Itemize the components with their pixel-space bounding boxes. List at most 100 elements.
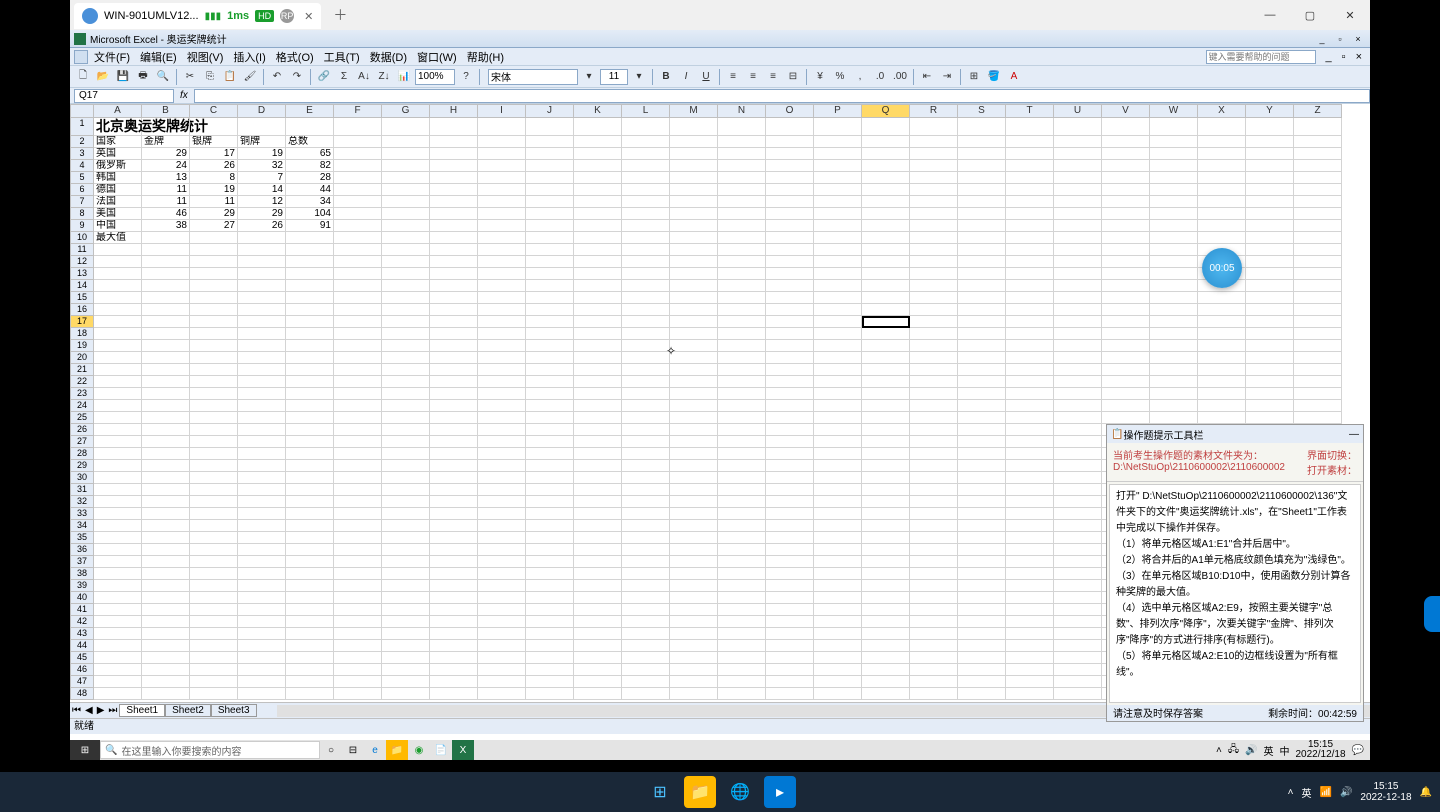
cell[interactable] bbox=[1054, 676, 1102, 688]
cell[interactable] bbox=[718, 352, 766, 364]
fill-color-icon[interactable]: 🪣 bbox=[985, 68, 1003, 86]
cell[interactable] bbox=[1006, 592, 1054, 604]
cell[interactable] bbox=[94, 304, 142, 316]
cell[interactable]: 铜牌 bbox=[238, 136, 286, 148]
cell[interactable] bbox=[574, 628, 622, 640]
cell[interactable] bbox=[958, 376, 1006, 388]
cell[interactable] bbox=[1150, 328, 1198, 340]
cell[interactable] bbox=[190, 340, 238, 352]
cell[interactable] bbox=[1150, 364, 1198, 376]
cell[interactable] bbox=[862, 688, 910, 700]
cell[interactable] bbox=[958, 568, 1006, 580]
cell[interactable] bbox=[142, 508, 190, 520]
cell[interactable] bbox=[526, 448, 574, 460]
row-header[interactable]: 2 bbox=[70, 136, 94, 148]
cell[interactable] bbox=[958, 472, 1006, 484]
cell[interactable] bbox=[286, 364, 334, 376]
cell[interactable] bbox=[142, 568, 190, 580]
cell[interactable] bbox=[1102, 316, 1150, 328]
cell[interactable]: 27 bbox=[190, 220, 238, 232]
cell[interactable] bbox=[190, 532, 238, 544]
cell[interactable] bbox=[382, 136, 430, 148]
cell[interactable] bbox=[526, 544, 574, 556]
cell[interactable] bbox=[382, 448, 430, 460]
cell[interactable] bbox=[814, 592, 862, 604]
cell[interactable] bbox=[766, 580, 814, 592]
cell[interactable] bbox=[1102, 376, 1150, 388]
row-header[interactable]: 26 bbox=[70, 424, 94, 436]
row-header[interactable]: 13 bbox=[70, 268, 94, 280]
cell[interactable] bbox=[142, 388, 190, 400]
column-header[interactable]: V bbox=[1102, 104, 1150, 118]
cell[interactable] bbox=[1102, 184, 1150, 196]
cell[interactable] bbox=[1102, 196, 1150, 208]
dec-indent-icon[interactable]: ⇤ bbox=[918, 68, 936, 86]
cell[interactable] bbox=[1246, 292, 1294, 304]
cell[interactable] bbox=[430, 376, 478, 388]
cell[interactable] bbox=[94, 376, 142, 388]
cell[interactable] bbox=[910, 688, 958, 700]
cell[interactable] bbox=[574, 604, 622, 616]
cell[interactable] bbox=[1006, 424, 1054, 436]
cell[interactable] bbox=[190, 376, 238, 388]
cell[interactable] bbox=[526, 364, 574, 376]
cell[interactable] bbox=[910, 364, 958, 376]
cell[interactable] bbox=[1246, 220, 1294, 232]
cell[interactable] bbox=[94, 328, 142, 340]
cell[interactable] bbox=[1054, 148, 1102, 160]
cell[interactable] bbox=[1294, 256, 1342, 268]
cell[interactable] bbox=[430, 292, 478, 304]
cell[interactable] bbox=[910, 628, 958, 640]
cell[interactable] bbox=[1102, 160, 1150, 172]
cell[interactable] bbox=[1102, 412, 1150, 424]
cell[interactable] bbox=[1198, 196, 1246, 208]
cell[interactable] bbox=[334, 256, 382, 268]
cell[interactable] bbox=[766, 652, 814, 664]
cell[interactable] bbox=[142, 532, 190, 544]
cell[interactable] bbox=[862, 196, 910, 208]
cell[interactable] bbox=[286, 580, 334, 592]
cell[interactable] bbox=[622, 268, 670, 280]
cell[interactable] bbox=[142, 412, 190, 424]
cell[interactable] bbox=[862, 580, 910, 592]
cell[interactable] bbox=[910, 316, 958, 328]
panel-minimize-icon[interactable]: — bbox=[1349, 429, 1359, 440]
cell[interactable] bbox=[478, 268, 526, 280]
cell[interactable] bbox=[1246, 232, 1294, 244]
close-tab-icon[interactable]: ✕ bbox=[304, 10, 313, 23]
cell[interactable] bbox=[430, 280, 478, 292]
cell[interactable] bbox=[190, 118, 238, 136]
cell[interactable] bbox=[958, 292, 1006, 304]
cell[interactable] bbox=[430, 592, 478, 604]
cell[interactable] bbox=[142, 316, 190, 328]
cell[interactable] bbox=[622, 640, 670, 652]
cell[interactable] bbox=[286, 232, 334, 244]
cell[interactable] bbox=[430, 184, 478, 196]
cell[interactable] bbox=[1150, 400, 1198, 412]
cell[interactable]: 美国 bbox=[94, 208, 142, 220]
cell[interactable] bbox=[190, 508, 238, 520]
cell[interactable] bbox=[1102, 328, 1150, 340]
cell[interactable] bbox=[1294, 376, 1342, 388]
doc-restore[interactable]: ▫ bbox=[1338, 51, 1350, 63]
cell[interactable] bbox=[1198, 118, 1246, 136]
cell[interactable] bbox=[910, 208, 958, 220]
cell[interactable] bbox=[430, 244, 478, 256]
row-header[interactable]: 6 bbox=[70, 184, 94, 196]
cell[interactable] bbox=[910, 556, 958, 568]
cell[interactable] bbox=[190, 628, 238, 640]
cell[interactable] bbox=[430, 664, 478, 676]
cell[interactable] bbox=[478, 340, 526, 352]
cell[interactable] bbox=[958, 400, 1006, 412]
cell[interactable] bbox=[94, 424, 142, 436]
cell[interactable] bbox=[718, 316, 766, 328]
row-header[interactable]: 16 bbox=[70, 304, 94, 316]
cell[interactable] bbox=[766, 256, 814, 268]
cell[interactable] bbox=[94, 280, 142, 292]
cell[interactable] bbox=[334, 232, 382, 244]
cell[interactable] bbox=[670, 136, 718, 148]
cell[interactable] bbox=[334, 196, 382, 208]
cell[interactable] bbox=[814, 460, 862, 472]
cell[interactable] bbox=[910, 592, 958, 604]
cell[interactable] bbox=[478, 532, 526, 544]
